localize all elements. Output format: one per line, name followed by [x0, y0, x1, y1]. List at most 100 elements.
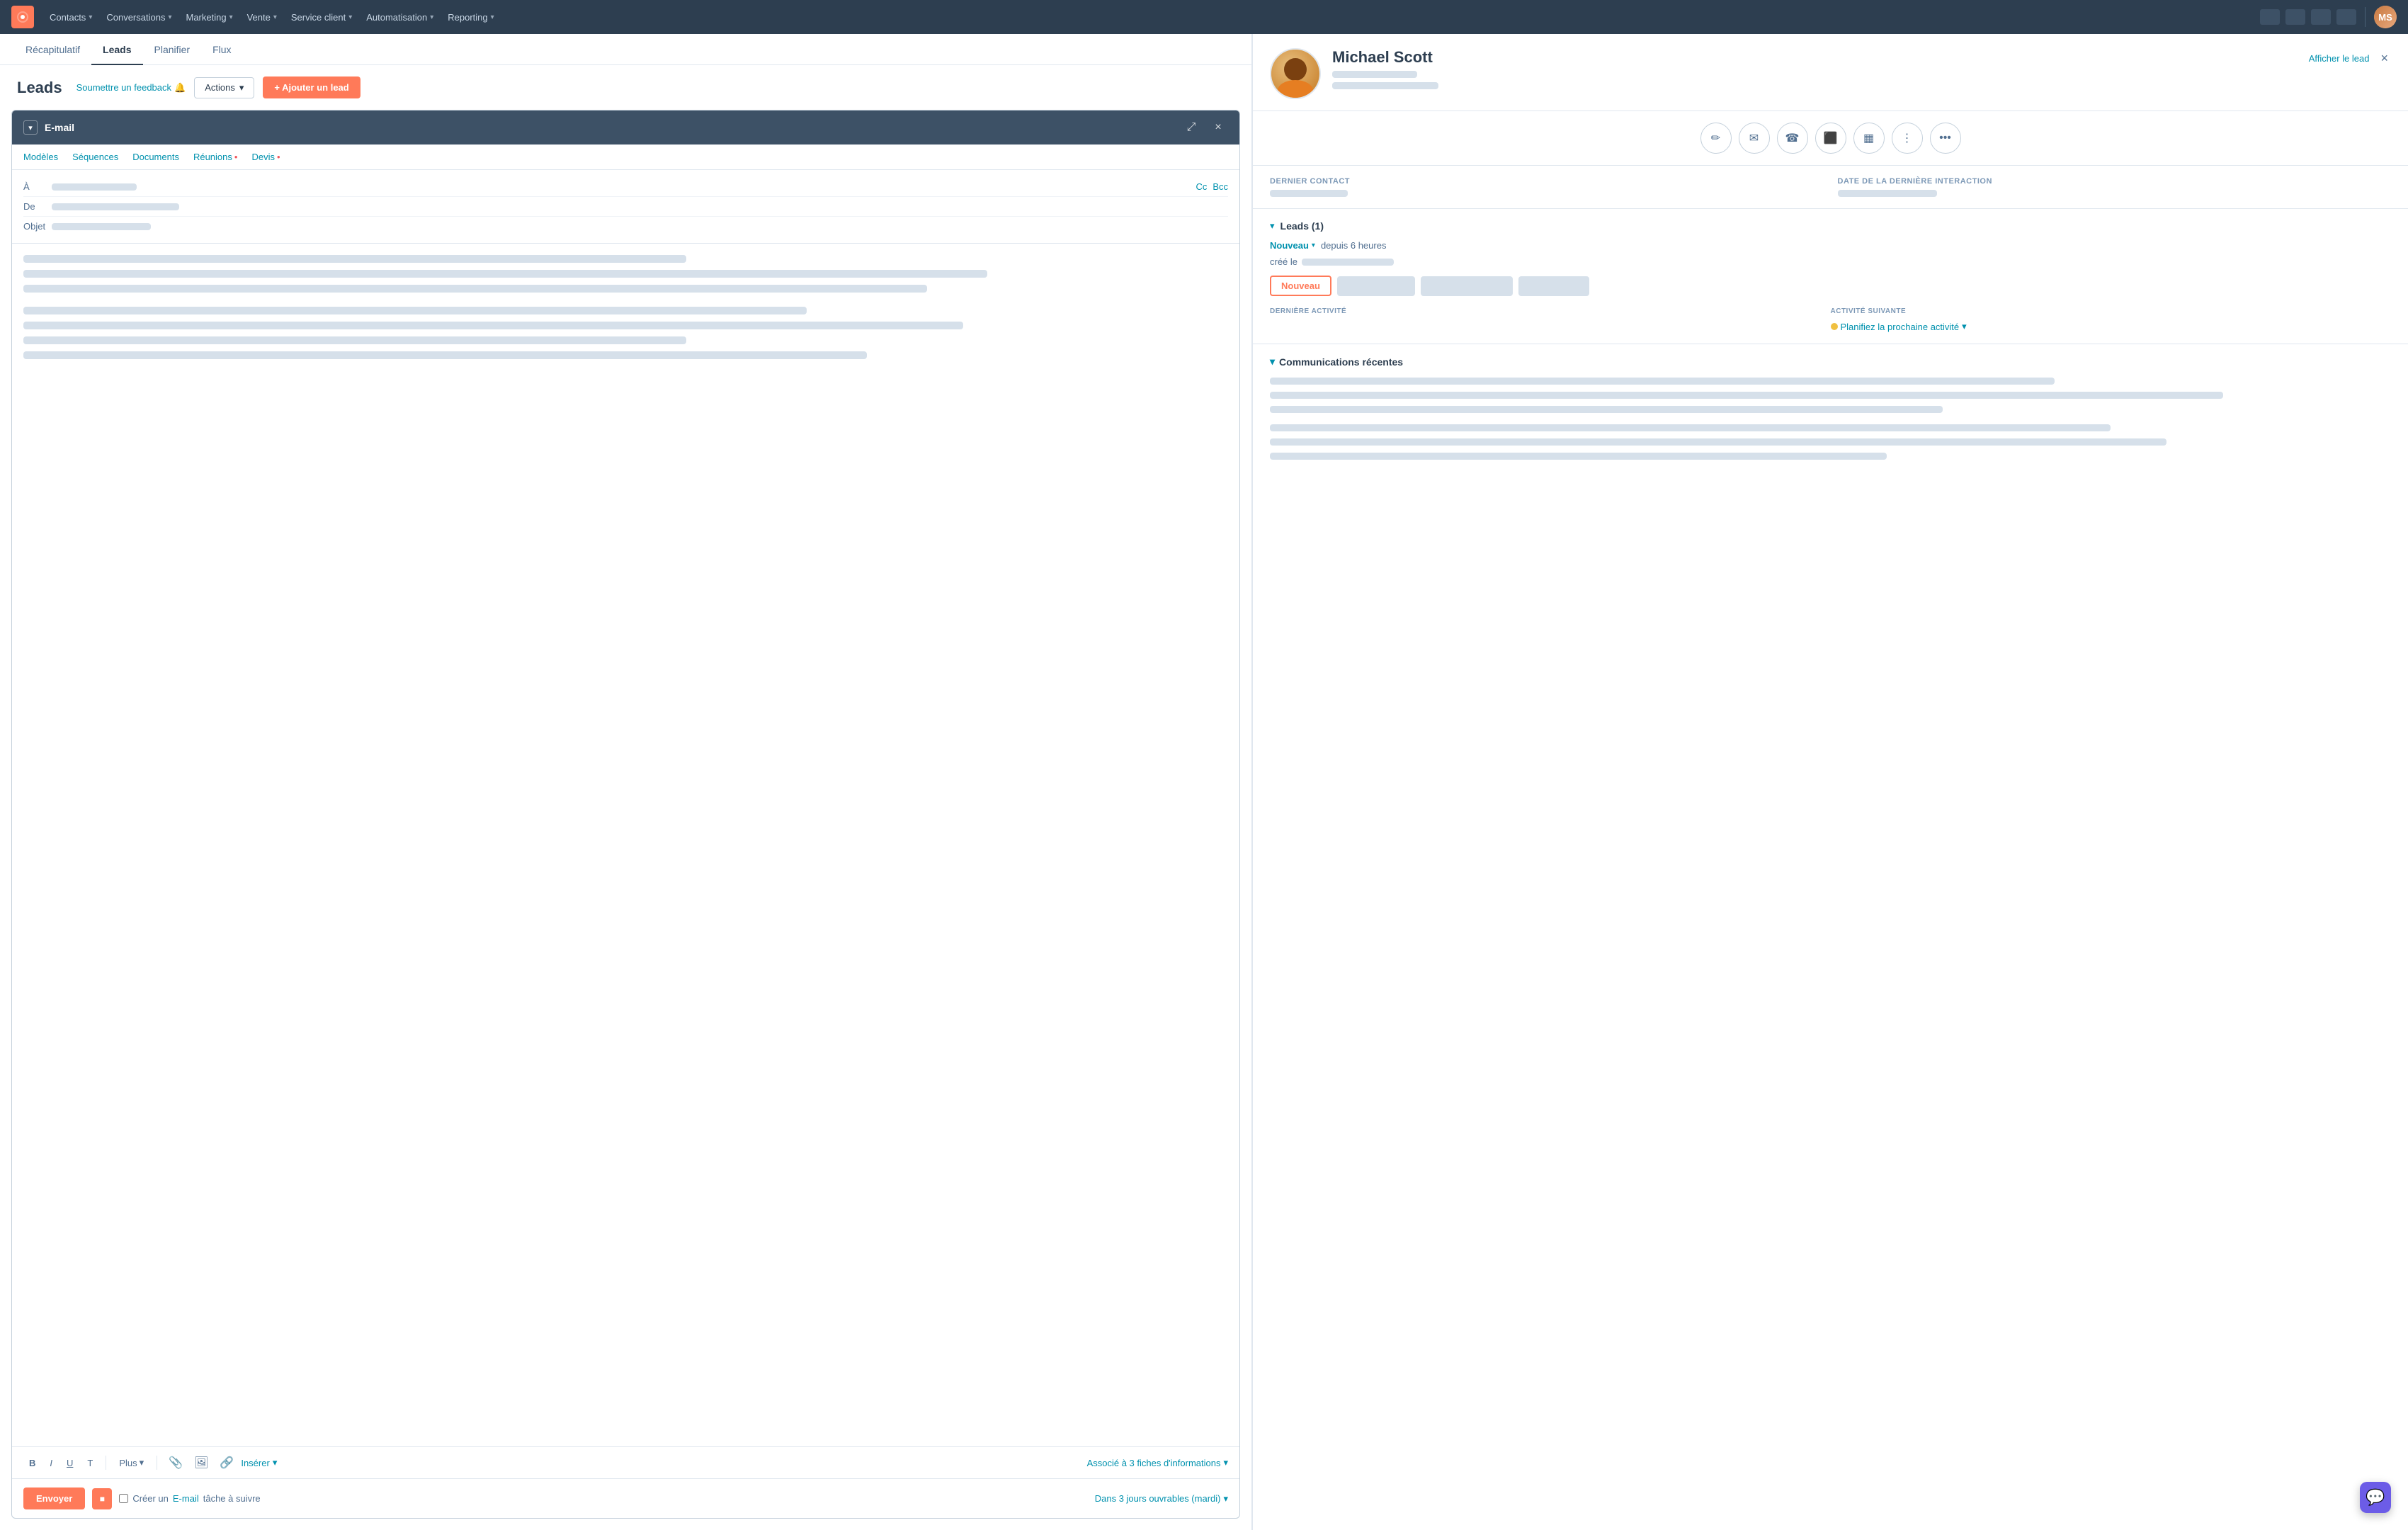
toolbar-reunions[interactable]: Réunions — [193, 152, 238, 162]
contact-name: Michael Scott — [1332, 48, 2298, 67]
insert-link[interactable]: Insérer ▾ — [241, 1457, 277, 1468]
nav-item-reporting[interactable]: Reporting▾ — [441, 8, 501, 27]
image-icon[interactable]: 🖼 — [190, 1456, 212, 1470]
attachment-icon[interactable]: 📎 — [164, 1456, 187, 1470]
tab-planifier[interactable]: Planifier — [143, 34, 202, 65]
nav-help-btn[interactable] — [2285, 9, 2305, 25]
next-activity-col: ACTIVITÉ SUIVANTE Planifiez la prochaine… — [1831, 307, 2392, 332]
create-task-checkbox[interactable] — [119, 1494, 128, 1503]
screen-share-icon: ⬛ — [1824, 131, 1838, 145]
nav-label-conversations: Conversations — [106, 12, 165, 23]
email-from-value[interactable] — [52, 203, 1228, 210]
format-italic-button[interactable]: I — [44, 1455, 58, 1471]
email-icon-btn[interactable]: ✉ — [1739, 123, 1770, 154]
create-task-wrapper: Créer un E-mail tâche à suivre — [119, 1493, 260, 1504]
email-minimize-button[interactable]: ▾ — [23, 120, 38, 135]
format-underline-button[interactable]: U — [61, 1455, 79, 1471]
comm-skeleton-4 — [1270, 424, 2111, 431]
nav-apps-btn[interactable] — [2336, 9, 2356, 25]
chat-bubble-button[interactable]: 💬 — [2360, 1482, 2391, 1513]
more-icon-btn[interactable]: ••• — [1930, 123, 1961, 154]
tab-leads[interactable]: Leads — [91, 34, 142, 65]
leads-collapse-icon[interactable]: ▾ — [1270, 220, 1275, 232]
last-contact-col: Dernier contact — [1270, 177, 1824, 197]
nav-item-automatisation[interactable]: Automatisation▾ — [359, 8, 441, 27]
tab-flux[interactable]: Flux — [201, 34, 242, 65]
avatar-face — [1284, 58, 1307, 81]
view-lead-link[interactable]: Afficher le lead — [2309, 53, 2370, 64]
format-plus-button[interactable]: Plus ▾ — [113, 1454, 149, 1471]
nav-chevron-reporting: ▾ — [491, 13, 494, 21]
feedback-link[interactable]: Soumettre un feedback 🔔 — [76, 82, 186, 94]
status-text[interactable]: Nouveau — [1270, 240, 1309, 251]
cc-link[interactable]: Cc — [1196, 181, 1207, 192]
task-type-link[interactable]: E-mail — [173, 1493, 199, 1504]
schedule-link[interactable]: Dans 3 jours ouvrables (mardi) ▾ — [1095, 1493, 1228, 1504]
edit-icon: ✏ — [1711, 131, 1720, 145]
comm-skeleton-2 — [1270, 392, 2223, 399]
nav-search-btn[interactable] — [2260, 9, 2280, 25]
meeting-icon-btn[interactable]: ⋮ — [1892, 123, 1923, 154]
pipeline-skeleton-1 — [1337, 276, 1415, 296]
planify-link[interactable]: Planifiez la prochaine activité ▾ — [1831, 321, 2378, 332]
email-body[interactable] — [12, 244, 1239, 1446]
email-to-value[interactable] — [52, 183, 1188, 191]
nav-right: MS — [2260, 6, 2397, 28]
send-button[interactable]: Envoyer — [23, 1488, 85, 1509]
nav-item-marketing[interactable]: Marketing▾ — [178, 8, 239, 27]
comm-collapse-icon[interactable]: ▾ — [1270, 356, 1275, 368]
contact-close-button[interactable]: × — [2378, 48, 2391, 69]
task-follow-label: tâche à suivre — [203, 1493, 261, 1504]
toolbar-documents[interactable]: Documents — [132, 152, 179, 162]
comm-skeleton-1 — [1270, 378, 2055, 385]
more-actions-icon: ••• — [1939, 132, 1951, 144]
tab-recap[interactable]: Récapitulatif — [14, 34, 91, 65]
email-subject-value[interactable] — [52, 223, 1228, 230]
nav-item-vente[interactable]: Vente▾ — [240, 8, 284, 27]
email-expand-button[interactable]: ⤢ — [1181, 118, 1201, 137]
hubspot-logo[interactable] — [11, 6, 34, 28]
association-link[interactable]: Associé à 3 fiches d'informations ▾ — [1087, 1457, 1228, 1468]
toolbar-modeles[interactable]: Modèles — [23, 152, 58, 162]
last-contact-label: Dernier contact — [1270, 177, 1824, 186]
nav-label-vente: Vente — [247, 12, 271, 23]
email-close-button[interactable]: × — [1208, 118, 1228, 137]
link-icon[interactable]: 🔗 — [215, 1456, 238, 1470]
nav-item-contacts[interactable]: Contacts▾ — [42, 8, 99, 27]
calendar-icon-btn[interactable]: ▦ — [1853, 123, 1885, 154]
nav-item-service[interactable]: Service client▾ — [284, 8, 359, 27]
top-navigation: Contacts▾Conversations▾Marketing▾Vente▾S… — [0, 0, 2408, 34]
nav-label-automatisation: Automatisation — [366, 12, 427, 23]
screen-icon-btn[interactable]: ⬛ — [1815, 123, 1846, 154]
nav-chevron-service: ▾ — [348, 13, 352, 21]
edit-icon-btn[interactable]: ✏ — [1700, 123, 1732, 154]
user-avatar[interactable]: MS — [2374, 6, 2397, 28]
email-panel-title: E-mail — [45, 122, 1174, 133]
phone-icon-btn[interactable]: ☎ — [1777, 123, 1808, 154]
toolbar-devis[interactable]: Devis — [251, 152, 280, 162]
email-format-bar: B I U T Plus ▾ 📎 🖼 🔗 Insérer ▾ Assoc — [12, 1446, 1239, 1478]
bcc-link[interactable]: Bcc — [1212, 181, 1228, 192]
status-chevron-icon: ▾ — [1312, 242, 1315, 249]
send-options-button[interactable]: ■ — [92, 1488, 112, 1509]
left-panel: Récapitulatif Leads Planifier Flux Leads… — [0, 34, 1252, 1530]
format-strikethrough-button[interactable]: T — [81, 1455, 98, 1471]
add-lead-button[interactable]: + Ajouter un lead — [263, 76, 360, 98]
actions-label: Actions — [205, 82, 235, 93]
email-toolbar: Modèles Séquences Documents Réunions Dev… — [12, 144, 1239, 170]
email-subject-label: Objet — [23, 221, 45, 232]
toolbar-sequences[interactable]: Séquences — [72, 152, 118, 162]
email-subject-row: Objet — [23, 217, 1228, 236]
created-row: créé le — [1270, 256, 2391, 267]
actions-button[interactable]: Actions ▾ — [194, 77, 254, 98]
pipeline-skeleton-2 — [1421, 276, 1513, 296]
nav-chevron-vente: ▾ — [273, 13, 277, 21]
nav-item-conversations[interactable]: Conversations▾ — [99, 8, 178, 27]
next-activity-label: ACTIVITÉ SUIVANTE — [1831, 307, 2378, 315]
nav-label-service: Service client — [291, 12, 346, 23]
email-cc-bcc: Cc Bcc — [1196, 181, 1228, 192]
nav-settings-btn[interactable] — [2311, 9, 2331, 25]
email-subject-skeleton — [52, 223, 151, 230]
format-bold-button[interactable]: B — [23, 1455, 41, 1471]
pipeline-nouveau-btn[interactable]: Nouveau — [1270, 276, 1331, 296]
